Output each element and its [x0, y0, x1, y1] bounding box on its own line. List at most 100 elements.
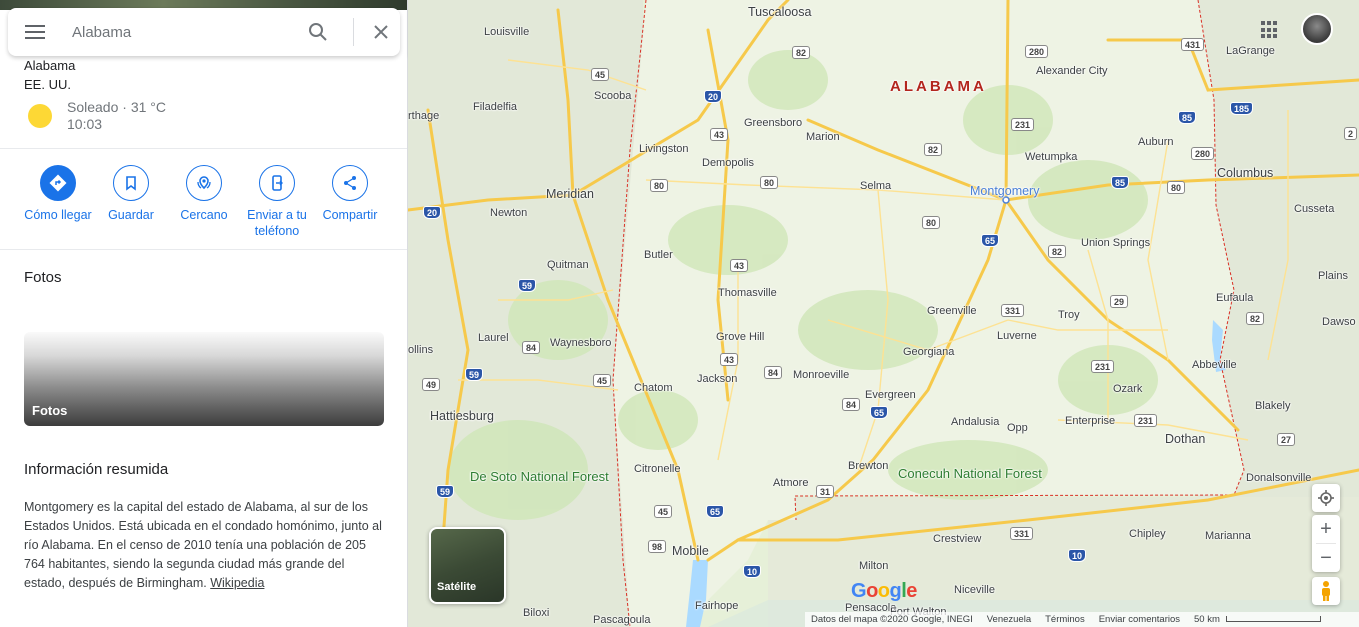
city-label[interactable]: Brewton [848, 460, 888, 472]
city-label[interactable]: Wetumpka [1025, 151, 1077, 163]
summary-text: Montgomery es la capital del estado de A… [24, 498, 388, 593]
interstate-shield: 59 [436, 485, 455, 498]
feedback-link[interactable]: Enviar comentarios [1099, 614, 1180, 625]
city-label[interactable]: Biloxi [523, 607, 549, 619]
city-label[interactable]: Meridian [546, 187, 594, 201]
save-label: Guardar [108, 208, 154, 222]
directions-button[interactable]: Cómo llegar [18, 165, 98, 223]
summary-heading: Información resumida [24, 461, 169, 478]
city-label[interactable]: Marion [806, 131, 840, 143]
search-button[interactable] [306, 20, 330, 44]
city-label[interactable]: Louisville [484, 26, 529, 38]
city-label[interactable]: Tuscaloosa [748, 5, 811, 19]
city-label[interactable]: Hattiesburg [430, 409, 494, 423]
city-label[interactable]: Pascagoula [593, 614, 651, 626]
city-label[interactable]: Enterprise [1065, 415, 1115, 427]
city-label[interactable]: Mobile [672, 544, 709, 558]
account-avatar[interactable] [1301, 13, 1333, 45]
satellite-label: Satélite [437, 581, 477, 593]
wikipedia-link[interactable]: Wikipedia [210, 576, 264, 590]
city-label[interactable]: Eufaula [1216, 292, 1253, 304]
search-input[interactable] [72, 20, 302, 44]
summary-body: Montgomery es la capital del estado de A… [24, 500, 382, 590]
city-label[interactable]: Scooba [594, 90, 631, 102]
city-label[interactable]: Marianna [1205, 530, 1251, 542]
nearby-label: Cercano [180, 208, 228, 222]
send-to-phone-button[interactable]: Enviar a tu teléfono [237, 165, 317, 239]
search-box [8, 8, 400, 56]
city-label[interactable]: Chatom [634, 382, 673, 394]
route-shield: 29 [1110, 295, 1129, 308]
city-label[interactable]: Dawso [1322, 316, 1356, 328]
city-label[interactable]: Butler [644, 249, 673, 261]
city-label[interactable]: Columbus [1217, 166, 1273, 180]
route-shield: 80 [922, 216, 941, 229]
city-label[interactable]: Livingston [639, 143, 689, 155]
city-label[interactable]: Abbeville [1192, 359, 1237, 371]
city-label[interactable]: Dothan [1165, 432, 1205, 446]
clear-search-button[interactable] [369, 20, 393, 44]
city-label[interactable]: Auburn [1138, 136, 1173, 148]
google-apps-button[interactable] [1260, 20, 1280, 40]
save-button[interactable]: Guardar [91, 165, 171, 223]
city-label[interactable]: Andalusia [951, 416, 999, 428]
nearby-button[interactable]: Cercano [164, 165, 244, 223]
city-label[interactable]: Thomasville [718, 287, 777, 299]
share-button[interactable]: Compartir [310, 165, 390, 223]
forest-label[interactable]: Conecuh National Forest [898, 466, 1042, 481]
region-link[interactable]: Venezuela [987, 614, 1031, 625]
city-label[interactable]: Donalsonville [1246, 472, 1311, 484]
city-label[interactable]: Plains [1318, 270, 1348, 282]
zoom-out-button[interactable]: − [1312, 544, 1340, 572]
city-label[interactable]: Union Springs [1081, 237, 1150, 249]
city-label[interactable]: Troy [1058, 309, 1080, 321]
city-label[interactable]: Laurel [478, 332, 509, 344]
city-label[interactable]: Blakely [1255, 400, 1290, 412]
map-canvas[interactable]: ALABAMA Montgomery Tuscaloosa Louisville… [408, 0, 1359, 627]
photos-heading: Fotos [24, 269, 62, 286]
city-label[interactable]: rthage [408, 110, 439, 122]
city-label[interactable]: Demopolis [702, 157, 754, 169]
terms-link[interactable]: Términos [1045, 614, 1085, 625]
city-label[interactable]: Jackson [697, 373, 737, 385]
city-label[interactable]: Alexander City [1036, 65, 1108, 77]
city-label[interactable]: Evergreen [865, 389, 916, 401]
city-label[interactable]: Fairhope [695, 600, 738, 612]
city-label[interactable]: Cusseta [1294, 203, 1334, 215]
photos-card[interactable]: Fotos [24, 332, 384, 426]
directions-icon [49, 174, 67, 192]
city-label[interactable]: ollins [408, 344, 433, 356]
city-label[interactable]: Grove Hill [716, 331, 764, 343]
city-label[interactable]: Monroeville [793, 369, 849, 381]
city-label[interactable]: Luverne [997, 330, 1037, 342]
interstate-shield: 20 [704, 90, 723, 103]
route-shield: 45 [593, 374, 612, 387]
city-label[interactable]: Greensboro [744, 117, 802, 129]
city-label[interactable]: Ozark [1113, 383, 1142, 395]
city-label[interactable]: Atmore [773, 477, 808, 489]
city-label-capital[interactable]: Montgomery [970, 184, 1039, 198]
city-label[interactable]: Filadelfia [473, 101, 517, 113]
my-location-button[interactable] [1312, 484, 1340, 512]
scale-toggle[interactable]: 50 km [1194, 614, 1329, 625]
city-label[interactable]: Newton [490, 207, 527, 219]
menu-button[interactable] [22, 21, 48, 43]
city-label[interactable]: Greenville [927, 305, 977, 317]
satellite-layer-button[interactable]: Satélite [429, 527, 506, 604]
city-label[interactable]: Citronelle [634, 463, 680, 475]
state-label: ALABAMA [890, 78, 987, 95]
city-label[interactable]: Selma [860, 180, 891, 192]
street-view-button[interactable] [1312, 577, 1340, 605]
city-label[interactable]: Crestview [933, 533, 981, 545]
route-shield: 43 [720, 353, 739, 366]
city-label[interactable]: LaGrange [1226, 45, 1275, 57]
zoom-in-button[interactable]: + [1312, 515, 1340, 543]
city-label[interactable]: Niceville [954, 584, 995, 596]
city-label[interactable]: Opp [1007, 422, 1028, 434]
forest-label[interactable]: De Soto National Forest [470, 469, 609, 484]
city-label[interactable]: Georgiana [903, 346, 954, 358]
city-label[interactable]: Waynesboro [550, 337, 611, 349]
city-label[interactable]: Milton [859, 560, 888, 572]
city-label[interactable]: Chipley [1129, 528, 1166, 540]
city-label[interactable]: Quitman [547, 259, 589, 271]
